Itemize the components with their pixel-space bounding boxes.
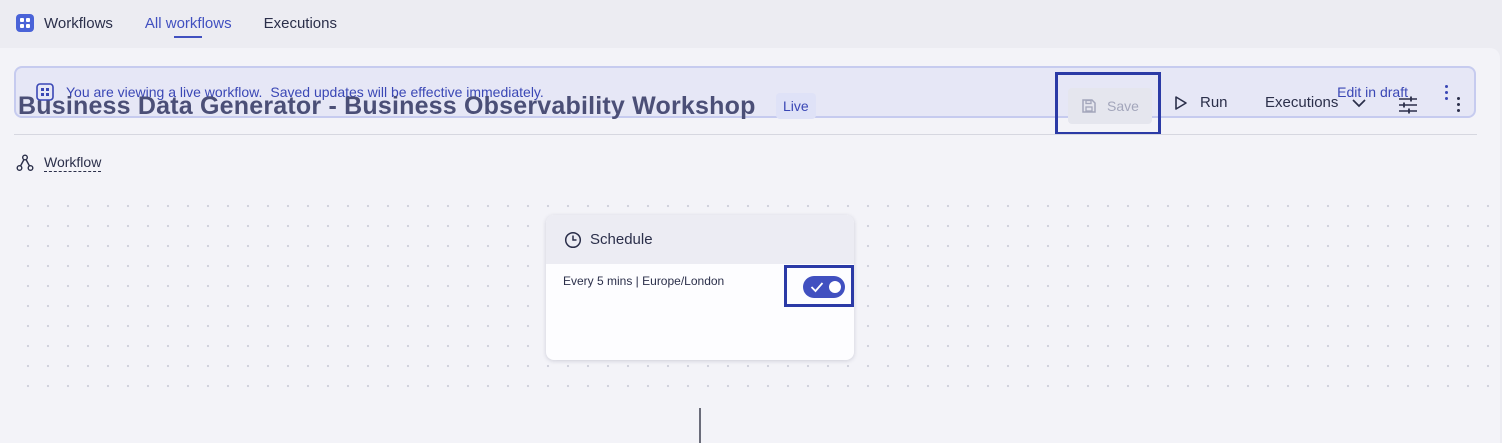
chevron-down-icon <box>1352 98 1366 107</box>
toggle-knob <box>829 281 841 293</box>
workflows-app-icon <box>16 14 34 32</box>
node-title: Schedule <box>590 231 653 248</box>
save-button[interactable]: Save <box>1068 88 1152 124</box>
run-button[interactable]: Run <box>1174 94 1228 111</box>
tab-label: Executions <box>263 14 337 32</box>
run-label: Run <box>1200 94 1228 111</box>
checkmark-icon <box>810 282 824 293</box>
executions-label: Executions <box>1265 94 1339 111</box>
tab-label: All workflows <box>144 14 232 32</box>
settings-sliders-icon[interactable] <box>1398 96 1418 114</box>
tab-all-workflows[interactable]: All workflows <box>145 0 232 46</box>
page-title: Business Data Generator - Business Obser… <box>18 92 756 120</box>
executions-dropdown[interactable]: Executions <box>1265 94 1366 111</box>
save-icon <box>1082 99 1096 113</box>
header-divider <box>14 134 1477 135</box>
clock-icon <box>564 231 582 248</box>
node-connector-line <box>699 408 701 443</box>
status-badge: Live <box>776 93 816 119</box>
workflow-link-label: Workflow <box>44 154 102 172</box>
top-nav: Workflows All workflows Executions <box>0 0 1502 46</box>
workflow-graph-icon <box>16 154 34 171</box>
more-options-icon[interactable] <box>1450 97 1466 112</box>
play-icon <box>1175 95 1187 110</box>
workflow-breadcrumb[interactable]: Workflow <box>16 154 102 172</box>
schedule-enabled-toggle[interactable] <box>803 276 845 298</box>
tab-executions[interactable]: Executions <box>264 0 337 46</box>
save-label: Save <box>1107 98 1139 114</box>
node-header: Schedule <box>546 215 854 264</box>
app-name[interactable]: Workflows <box>44 15 113 32</box>
